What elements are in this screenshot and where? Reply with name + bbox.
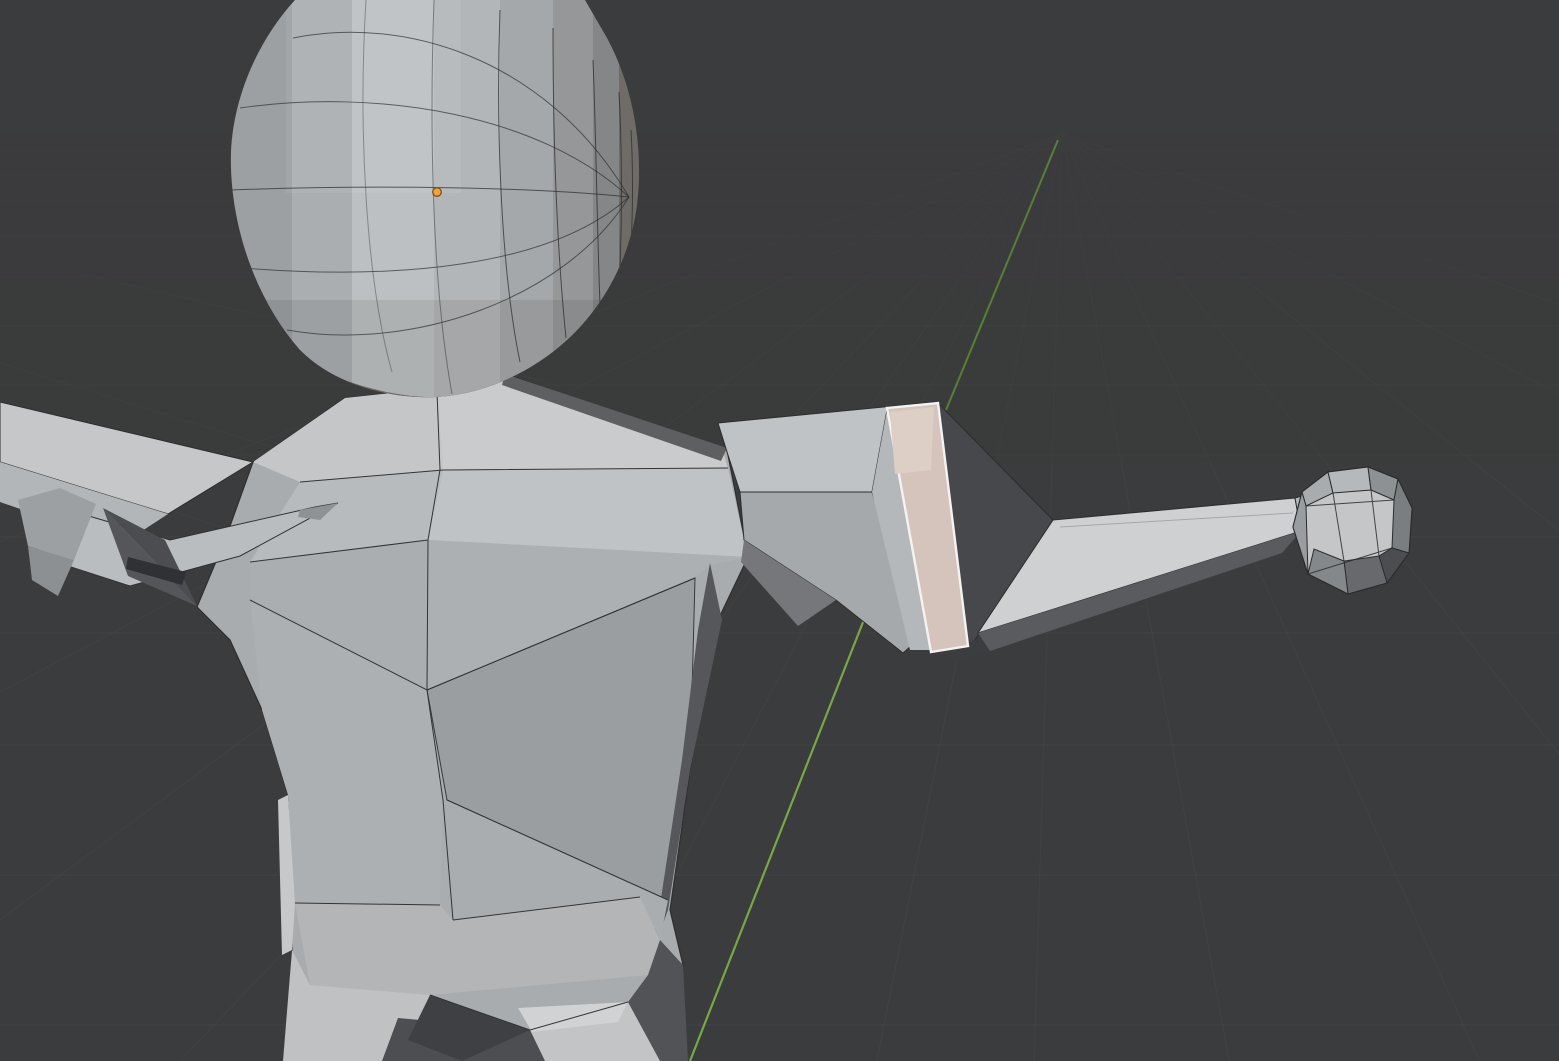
hand-ball-facet[interactable] — [1328, 467, 1371, 493]
selected-face-sheen[interactable] — [890, 407, 934, 474]
object-origin — [433, 188, 442, 197]
viewport-canvas[interactable] — [0, 0, 1559, 1061]
viewport-3d[interactable] — [0, 0, 1559, 1061]
origin-dot — [433, 188, 442, 197]
head-top-light[interactable] — [286, 0, 461, 193]
